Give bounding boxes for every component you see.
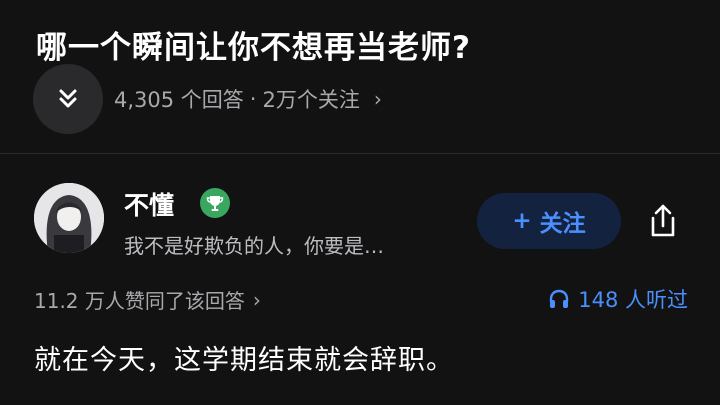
question-meta[interactable]: 4,305 个回答 · 2万个关注 › [114, 84, 382, 114]
agree-count[interactable]: 11.2 万人赞同了该回答 › [34, 285, 261, 314]
answer-body[interactable]: 就在今天，这学期结束就会辞职。 [34, 338, 454, 377]
trophy-icon [200, 188, 230, 218]
chevron-right-icon: › [252, 287, 261, 312]
avatar[interactable] [34, 183, 104, 253]
listen-button[interactable]: 148 人听过 [548, 284, 688, 314]
followers-count: 2万个关注 [262, 88, 360, 112]
question-title[interactable]: 哪一个瞬间让你不想再当老师? [36, 22, 471, 67]
author-bio: 我不是好欺负的人，你要是… [124, 234, 384, 258]
follow-label: 关注 [539, 211, 586, 237]
meta-separator: · [249, 87, 257, 111]
plus-icon: + [512, 208, 532, 234]
double-chevron-down-icon [59, 89, 77, 108]
share-icon [651, 204, 675, 237]
agree-text: 11.2 万人赞同了该回答 [34, 289, 245, 313]
chevron-right-icon: › [373, 87, 382, 111]
collapse-button[interactable] [33, 64, 103, 134]
headphones-icon [550, 289, 569, 308]
follow-button[interactable]: + 关注 [477, 193, 621, 249]
answers-count: 4,305 个回答 [114, 88, 244, 112]
divider [0, 153, 720, 154]
author-name[interactable]: 不懂 [124, 186, 174, 222]
listen-count: 148 人听过 [578, 288, 688, 312]
share-button[interactable] [640, 198, 686, 244]
avatar-illustration [34, 183, 104, 253]
